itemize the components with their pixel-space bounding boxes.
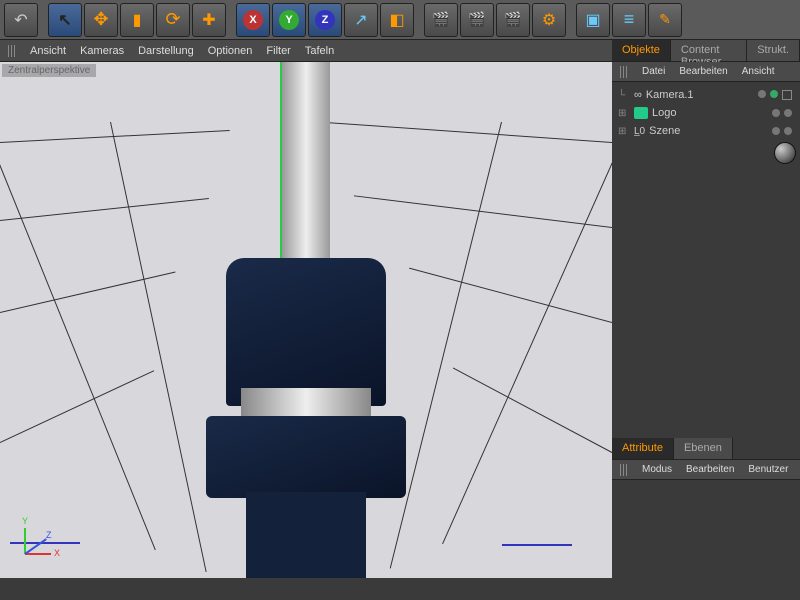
move-tool[interactable] [84,3,118,37]
grip-icon [8,45,16,57]
scale-tool[interactable] [192,3,226,37]
render-settings-button[interactable] [532,3,566,37]
tree-row-logo[interactable]: ⊞ Logo [614,104,798,122]
main-toolbar: ↶ ▮ X Y Z ↗ ◧ [0,0,800,40]
render-button-1[interactable] [424,3,458,37]
attributes-body [612,480,800,578]
select-tool[interactable] [48,3,82,37]
menu-kameras[interactable]: Kameras [80,45,124,57]
render-button-3[interactable] [496,3,530,37]
layers-button[interactable] [612,3,646,37]
attributes-tabs: Attribute Ebenen [612,438,800,460]
coord-tool[interactable]: ↗ [344,3,378,37]
primitive-button[interactable] [576,3,610,37]
menu-modus[interactable]: Modus [642,464,672,475]
undo-button[interactable]: ↶ [4,3,38,37]
axis-y-button[interactable]: Y [272,3,306,37]
tab-objekte[interactable]: Objekte [612,40,671,61]
axis-gizmo: X Y Z [24,504,74,554]
menu-optionen[interactable]: Optionen [208,45,253,57]
menu-datei[interactable]: Datei [642,66,665,77]
tab-struktur[interactable]: Strukt. [747,40,800,61]
tree-label: Kamera.1 [646,89,694,101]
menu-filter[interactable]: Filter [266,45,290,57]
grip-icon [620,464,628,476]
tab-content-browser[interactable]: Content Browser [671,40,747,61]
transform-tool[interactable]: ◧ [380,3,414,37]
tree-row-szene[interactable]: ⊞ L̲0 Szene [614,122,798,140]
tree-expand-icon: └ [618,90,630,101]
menu-ansicht-obj[interactable]: Ansicht [742,66,775,77]
tree-row-kamera[interactable]: └ ∞ Kamera.1 [614,86,798,104]
viewport-3d[interactable]: Zentralperspektive [0,62,612,578]
menu-darstellung[interactable]: Darstellung [138,45,194,57]
camera-icon: ∞ [634,89,642,101]
axis-z-label: Z [46,530,52,540]
object-shadow [246,492,366,578]
objects-menubar: Datei Bearbeiten Ansicht [612,62,800,82]
render-button-2[interactable] [460,3,494,37]
cube-tool[interactable]: ▮ [120,3,154,37]
menu-bearbeiten[interactable]: Bearbeiten [679,66,727,77]
grip-icon [620,66,628,78]
scene-render [0,62,612,578]
object-ribbon [282,62,330,262]
object-tree[interactable]: └ ∞ Kamera.1 ⊞ Logo ⊞ L̲0 Szene [612,82,800,438]
tab-ebenen[interactable]: Ebenen [674,438,733,459]
objects-tabs: Objekte Content Browser Strukt. [612,40,800,62]
axis-x-label: X [54,548,60,558]
tree-label: Szene [649,125,680,137]
null-icon [634,107,648,119]
menu-tafeln[interactable]: Tafeln [305,45,334,57]
null-icon: L̲0 [634,126,645,137]
axis-y-label: Y [22,516,28,526]
viewport-menubar: Ansicht Kameras Darstellung Optionen Fil… [0,40,612,62]
material-ball-icon[interactable] [774,142,796,164]
object-seat [206,416,406,498]
tree-expand-icon[interactable]: ⊞ [618,126,630,137]
attributes-menubar: Modus Bearbeiten Benutzer [612,460,800,480]
menu-benutzer[interactable]: Benutzer [748,464,788,475]
tree-expand-icon[interactable]: ⊞ [618,108,630,119]
viewport-column: Ansicht Kameras Darstellung Optionen Fil… [0,40,612,578]
edit-button[interactable] [648,3,682,37]
attributes-panel: Attribute Ebenen Modus Bearbeiten Benutz… [612,438,800,578]
axis-x-button[interactable]: X [236,3,270,37]
menu-ansicht[interactable]: Ansicht [30,45,66,57]
object-back [226,258,386,406]
tree-label: Logo [652,107,676,119]
menu-bearbeiten-attr[interactable]: Bearbeiten [686,464,734,475]
rotate-tool[interactable] [156,3,190,37]
axis-z-button[interactable]: Z [308,3,342,37]
tab-attribute[interactable]: Attribute [612,438,674,459]
side-column: Objekte Content Browser Strukt. Datei Be… [612,40,800,578]
